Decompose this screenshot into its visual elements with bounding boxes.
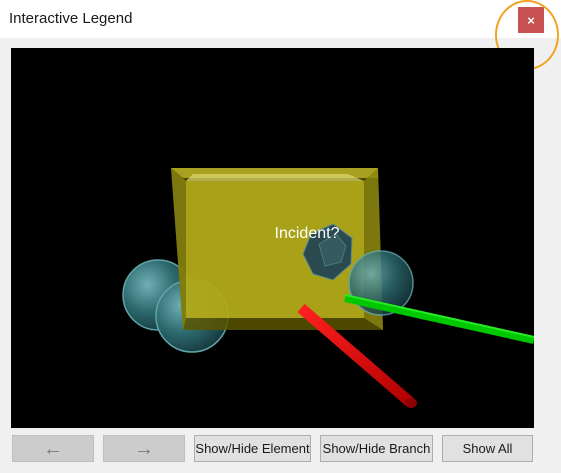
arrow-left-icon: ← [43, 437, 63, 460]
show-hide-element-button[interactable]: Show/Hide Element [194, 435, 311, 462]
scene-label: Incident? [275, 225, 340, 242]
forward-button[interactable]: → [103, 435, 185, 462]
show-all-button[interactable]: Show All [442, 435, 533, 462]
title-bar: Interactive Legend × [0, 0, 561, 38]
3d-viewport[interactable]: Incident? [11, 48, 534, 428]
back-button[interactable]: ← [12, 435, 94, 462]
window-title: Interactive Legend [9, 10, 133, 27]
show-hide-branch-button[interactable]: Show/Hide Branch [320, 435, 433, 462]
arrow-right-icon: → [134, 437, 154, 460]
